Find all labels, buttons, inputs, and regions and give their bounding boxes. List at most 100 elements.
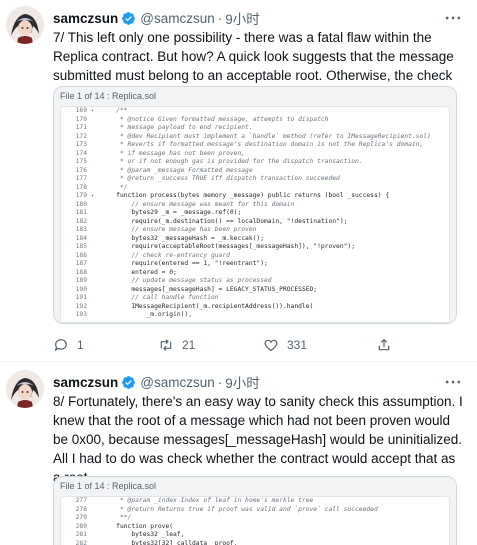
line-number: 191 — [75, 294, 87, 301]
code-line: 169 ▾ /** — [61, 107, 449, 116]
file-label: File 1 of 14 : Replica.sol — [60, 481, 157, 491]
code-line: 180 // ensure message was meant for this… — [61, 201, 449, 210]
code-text: _m.origin(), — [101, 311, 192, 318]
reply-button[interactable]: 1 — [53, 337, 84, 353]
code-image[interactable]: File 1 of 14 : Replica.sol 277 * @param … — [53, 476, 457, 545]
code-text: * message payload to end recipient. — [101, 124, 253, 131]
fold-toggle-icon — [91, 243, 101, 252]
like-button[interactable]: 331 — [263, 337, 307, 353]
code-line: 282 bytes32[32] calldata _proof, — [61, 540, 449, 545]
fold-toggle-icon — [91, 531, 101, 540]
code-line: 181 bytes29 _m = _message.ref(0); — [61, 209, 449, 218]
separator: · — [217, 374, 223, 390]
code-text: */ — [101, 183, 128, 191]
fold-toggle-icon — [91, 311, 101, 320]
code-line: 183 // ensure message has been proven — [61, 226, 449, 235]
avatar[interactable] — [6, 370, 44, 408]
fold-toggle-icon — [91, 294, 101, 303]
author-handle[interactable]: @samczsun — [140, 11, 214, 26]
line-number: 176 — [75, 166, 87, 174]
timestamp[interactable]: 9小时 — [225, 8, 260, 28]
code-text: // ensure message has been proven — [101, 226, 257, 233]
like-count: 331 — [287, 338, 308, 352]
fold-toggle-icon — [91, 167, 101, 176]
line-number: 169 — [75, 107, 87, 114]
separator: · — [217, 10, 223, 26]
code-line: 173 * Reverts if formatted message's des… — [61, 141, 449, 150]
code-image[interactable]: File 1 of 14 : Replica.sol 169 ▾ /** 170 *… — [53, 86, 457, 324]
line-number: 175 — [75, 158, 87, 165]
author-handle[interactable]: @samczsun — [140, 375, 214, 390]
fold-toggle-icon — [91, 184, 101, 193]
more-icon[interactable] — [443, 8, 463, 28]
code-line: 174 * if message has not been proven, — [61, 150, 449, 159]
tweet-text: 8/ Fortunately, there's an easy way to s… — [53, 394, 463, 485]
tweet-7[interactable]: samczsun @samczsun · 9小时 7/ This left on… — [0, 0, 477, 362]
retweet-button[interactable]: 21 — [158, 337, 195, 353]
fold-toggle-icon — [91, 141, 101, 150]
code-text: // check re-entrancy guard — [101, 251, 230, 259]
line-number: 280 — [75, 522, 87, 530]
code-text: bytes32 _leaf, — [101, 531, 185, 538]
code-line: 280 function prove( — [61, 523, 449, 532]
fold-toggle-icon — [91, 175, 101, 184]
like-icon — [264, 339, 278, 352]
line-number: 186 — [75, 251, 87, 259]
line-number: 192 — [75, 302, 87, 310]
more-icon[interactable] — [443, 372, 463, 392]
share-button[interactable] — [376, 337, 400, 353]
line-number: 184 — [75, 234, 87, 242]
code-text: // update message status as processed — [101, 277, 272, 284]
code-text: **/ — [101, 514, 132, 521]
line-number: 193 — [75, 311, 87, 318]
code-panel: 277 * @param _index Index of leaf in hom… — [60, 496, 450, 545]
fold-toggle-icon — [91, 303, 101, 312]
code-line: 279 **/ — [61, 514, 449, 523]
timestamp[interactable]: 9小时 — [225, 372, 260, 392]
line-number: 170 — [75, 115, 87, 123]
code-line: 175 * or if not enough gas is provided f… — [61, 158, 449, 167]
reply-count: 1 — [77, 338, 84, 352]
line-number: 187 — [75, 260, 87, 267]
fold-toggle-icon — [91, 201, 101, 210]
line-number: 182 — [75, 217, 87, 225]
code-text: /** — [101, 107, 128, 114]
fold-toggle-icon — [91, 235, 101, 244]
code-text: bytes29 _m = _message.ref(0); — [101, 209, 242, 216]
code-text: entered = 0; — [101, 268, 177, 276]
line-number: 183 — [75, 226, 87, 233]
author-name[interactable]: samczsun — [53, 375, 118, 390]
fold-toggle-icon — [91, 523, 101, 532]
code-text: function process(bytes memory _message) … — [101, 192, 390, 199]
fold-toggle-icon — [91, 124, 101, 133]
avatar[interactable] — [6, 6, 44, 44]
code-text: messages[_messageHash] = LEGACY_STATUS_P… — [101, 285, 318, 293]
code-text: function prove( — [101, 522, 174, 530]
fold-toggle-icon — [91, 497, 101, 506]
code-text: require(_m.destination() == localDomain,… — [101, 217, 348, 225]
code-text: * @return _success TRUE iff dispatch tra… — [101, 175, 340, 182]
code-text: * if message has not been proven, — [101, 149, 246, 157]
line-number: 177 — [75, 175, 87, 182]
code-text: * Reverts if formatted message's destina… — [101, 141, 424, 148]
code-text: * @return Returns true if proof was vali… — [101, 505, 378, 513]
fold-toggle-icon — [91, 209, 101, 218]
line-number: 181 — [75, 209, 87, 216]
code-line: 277 * @param _index Index of leaf in hom… — [61, 497, 449, 506]
line-number: 277 — [75, 497, 87, 504]
code-line: 187 require(entered == 1, "!reentrant"); — [61, 260, 449, 269]
code-text: // ensure message was meant for this dom… — [101, 200, 295, 208]
line-number: 179 — [75, 192, 87, 199]
tweet-header: samczsun @samczsun · 9小时 — [53, 8, 260, 28]
tweet-8[interactable]: samczsun @samczsun · 9小时 8/ Fortunately,… — [0, 363, 477, 545]
fold-toggle-icon — [91, 506, 101, 515]
author-name[interactable]: samczsun — [53, 11, 118, 26]
code-text: * or if not enough gas is provided for t… — [101, 158, 363, 165]
code-text: require(acceptableRoot(messages[_message… — [101, 243, 356, 250]
code-line: 170 * @notice Given formatted message, a… — [61, 116, 449, 125]
code-text: // call handle function — [101, 294, 219, 301]
code-line: 189 // update message status as processe… — [61, 277, 449, 286]
code-line: 177 * @return _success TRUE iff dispatch… — [61, 175, 449, 184]
fold-toggle-icon — [91, 150, 101, 159]
fold-toggle-icon: ▾ — [91, 108, 95, 114]
